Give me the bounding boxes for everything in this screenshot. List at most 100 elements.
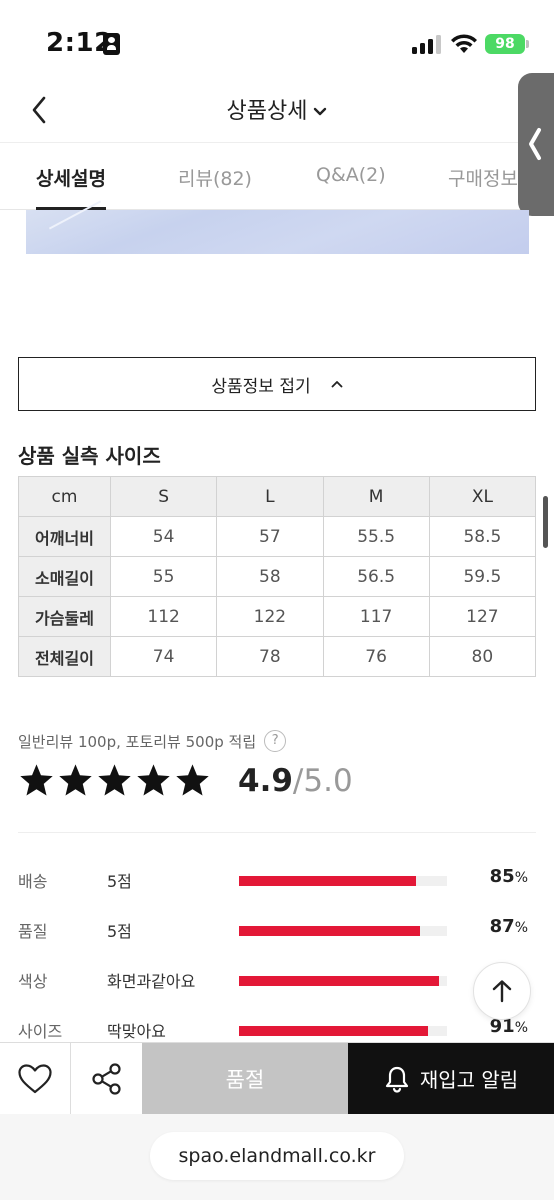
table-row: 가슴둘레 112 122 117 127 — [18, 596, 537, 637]
product-image — [26, 210, 529, 254]
table-cell: 56.5 — [322, 556, 430, 597]
wishlist-button[interactable] — [0, 1043, 71, 1114]
page-title: 상품상세 — [226, 99, 308, 124]
cellular-signal-icon — [412, 34, 442, 54]
review-points-text: 일반리뷰 100p, 포토리뷰 500p 적립 — [18, 732, 257, 751]
scrollbar-thumb[interactable] — [543, 496, 548, 548]
row-label: 소매길이 — [18, 556, 111, 597]
criterion-bar — [239, 976, 447, 986]
battery-indicator: 98 — [485, 34, 529, 54]
rating-value: 4.9 — [238, 763, 293, 799]
tab-reviews[interactable]: 리뷰(82) — [178, 164, 252, 191]
table-cell: 55.5 — [322, 516, 430, 557]
wifi-icon — [451, 34, 477, 53]
table-cell: 78 — [216, 636, 324, 677]
share-button[interactable] — [71, 1043, 142, 1114]
criterion-bar — [239, 926, 447, 936]
side-panel-handle[interactable] — [518, 73, 554, 216]
criterion-percent: 87% — [489, 916, 528, 937]
tab-purchase-info[interactable]: 구매정보 — [448, 164, 518, 191]
soldout-button: 품절 — [142, 1043, 348, 1114]
divider — [18, 832, 536, 833]
restock-alert-label: 재입고 알림 — [419, 1068, 519, 1092]
criterion-value: 5점 — [107, 872, 132, 891]
review-points-note: 일반리뷰 100p, 포토리뷰 500p 적립 ? — [18, 730, 287, 752]
size-table-header: S — [109, 476, 218, 517]
rating-criterion-row: 품질 5점 87% — [18, 916, 538, 941]
size-table-header: L — [216, 476, 324, 517]
table-cell: 55 — [109, 556, 218, 597]
table-row: 어깨너비 54 57 55.5 58.5 — [18, 516, 537, 557]
criterion-bar-fill — [239, 976, 439, 986]
criterion-label: 사이즈 — [18, 1022, 63, 1041]
criterion-label: 배송 — [18, 872, 48, 891]
scroll-to-top-button[interactable] — [473, 962, 531, 1020]
collapse-product-info-button[interactable]: 상품정보 접기 — [18, 357, 536, 411]
rating-criterion-row: 색상 화면과같아요 — [18, 966, 538, 991]
table-cell: 58.5 — [428, 516, 537, 557]
criterion-label: 품질 — [18, 922, 48, 941]
table-cell: 112 — [109, 596, 218, 637]
heart-icon — [18, 1063, 52, 1093]
star-icon — [176, 764, 209, 796]
criterion-bar-fill — [239, 926, 420, 936]
table-cell: 57 — [216, 516, 324, 557]
size-section-title: 상품 실측 사이즈 — [18, 444, 161, 468]
criterion-bar-fill — [239, 876, 416, 886]
table-cell: 74 — [109, 636, 218, 677]
criterion-value: 5점 — [107, 922, 132, 941]
table-cell: 80 — [428, 636, 537, 677]
size-table-header-row: cm S L M XL — [18, 476, 537, 517]
table-cell: 76 — [322, 636, 430, 677]
page-title-dropdown[interactable]: 상품상세 — [0, 93, 554, 125]
star-icon — [59, 764, 92, 796]
rating-criterion-row: 사이즈 딱맞아요 91% — [18, 1016, 538, 1041]
help-icon[interactable]: ? — [264, 730, 287, 752]
size-table-header: cm — [18, 476, 111, 517]
criterion-bar — [239, 1026, 447, 1036]
table-cell: 59.5 — [428, 556, 537, 597]
arrow-up-icon — [492, 980, 512, 1003]
table-cell: 54 — [109, 516, 218, 557]
detail-tabs: 상세설명 리뷰(82) Q&A(2) 구매정보 — [0, 142, 554, 210]
criterion-label: 색상 — [18, 972, 48, 991]
bottom-action-bar: 품절 재입고 알림 — [0, 1042, 554, 1114]
chevron-left-icon — [529, 128, 541, 160]
rating-criterion-row: 배송 5점 85% — [18, 866, 538, 891]
table-cell: 117 — [322, 596, 430, 637]
tab-description[interactable]: 상세설명 — [36, 164, 106, 191]
star-icon — [137, 764, 170, 796]
status-bar: 2:12 98 — [0, 0, 554, 80]
rating-stars — [18, 762, 211, 799]
criterion-value: 딱맞아요 — [107, 1022, 166, 1041]
share-icon — [91, 1062, 121, 1095]
row-label: 어깨너비 — [18, 516, 111, 557]
tab-qna[interactable]: Q&A(2) — [316, 164, 386, 186]
criterion-percent: 85% — [489, 866, 528, 887]
page-header: 상품상세 — [0, 80, 554, 142]
size-table-header: XL — [428, 476, 537, 517]
bell-icon — [385, 1066, 408, 1093]
collapse-button-label: 상품정보 접기 — [211, 376, 311, 397]
average-rating: 4.9/5.0 — [238, 763, 353, 799]
table-row: 소매길이 55 58 56.5 59.5 — [18, 556, 537, 597]
contact-card-icon — [103, 33, 120, 55]
table-row: 전체길이 74 78 76 80 — [18, 636, 537, 677]
criterion-bar-fill — [239, 1026, 429, 1036]
row-label: 가슴둘레 — [18, 596, 111, 637]
table-cell: 58 — [216, 556, 324, 597]
criterion-bar — [239, 876, 447, 886]
table-cell: 122 — [216, 596, 324, 637]
rating-max: /5.0 — [292, 763, 353, 799]
star-icon — [20, 764, 53, 796]
criterion-value: 화면과같아요 — [107, 972, 196, 991]
chevron-down-icon — [314, 107, 327, 116]
row-label: 전체길이 — [18, 636, 111, 677]
size-table: cm S L M XL 어깨너비 54 57 55.5 58.5 소매길이 55… — [18, 476, 537, 677]
restock-alert-button[interactable]: 재입고 알림 — [348, 1043, 554, 1114]
star-icon — [98, 764, 131, 796]
chevron-up-icon — [331, 381, 343, 388]
browser-toolbar: spao.elandmall.co.kr — [0, 1114, 554, 1200]
url-bar[interactable]: spao.elandmall.co.kr — [150, 1132, 404, 1180]
size-table-header: M — [322, 476, 430, 517]
